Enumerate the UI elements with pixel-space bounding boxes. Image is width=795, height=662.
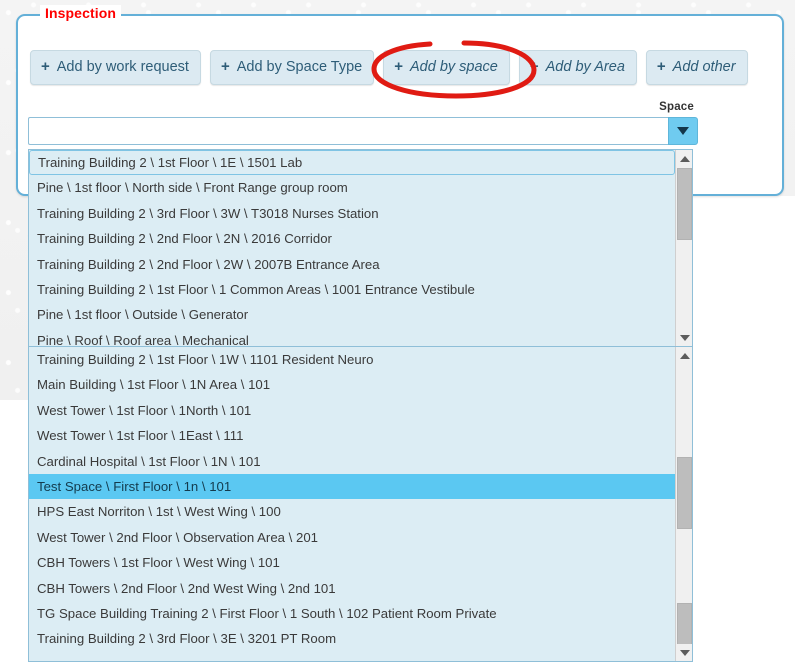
- add-button-1[interactable]: + Add by Space Type: [209, 50, 375, 85]
- dropdown-scrollbar-lower[interactable]: [675, 347, 692, 661]
- dropdown-option[interactable]: Pine \ 1st floor \ North side \ Front Ra…: [29, 175, 675, 200]
- dropdown-option[interactable]: CBH Towers \ 1st Floor \ West Wing \ 101: [29, 550, 675, 575]
- chevron-down-icon: [677, 127, 689, 135]
- dropdown-option[interactable]: Training Building 2 \ 3rd Floor \ 3E \ 3…: [29, 626, 675, 651]
- dropdown-option[interactable]: West Tower \ 1st Floor \ 1East \ 111: [29, 423, 675, 448]
- scrollbar-thumb[interactable]: [677, 168, 692, 240]
- dropdown-option[interactable]: Training Building 2 \ 1st Floor \ 1 Comm…: [29, 277, 675, 302]
- dropdown-option[interactable]: Training Building 2 \ 2nd Floor \ 2N \ 2…: [29, 226, 675, 251]
- dropdown-option[interactable]: CBH Towers \ 2nd Floor \ 2nd West Wing \…: [29, 576, 675, 601]
- dropdown-option[interactable]: Training Building 2 \ 1st Floor \ 1E \ 1…: [29, 150, 675, 176]
- scroll-down-arrow-icon[interactable]: [676, 329, 692, 346]
- dropdown-option[interactable]: West Tower \ 2nd Floor \ Observation Are…: [29, 525, 675, 550]
- dropdown-option[interactable]: Training Building 2 \ 3rd Floor \ 3W \ T…: [29, 201, 675, 226]
- scroll-up-arrow-icon[interactable]: [676, 347, 692, 364]
- space-dropdown-toggle[interactable]: [668, 117, 698, 145]
- add-button-label: Add by Area: [545, 59, 625, 75]
- dropdown-option[interactable]: TG Space Building Training 2 \ First Flo…: [29, 601, 675, 626]
- add-button-4[interactable]: + Add other: [645, 50, 748, 85]
- dropdown-option[interactable]: HPS East Norriton \ 1st \ West Wing \ 10…: [29, 499, 675, 524]
- dropdown-option[interactable]: Training Building 2 \ 2nd Floor \ 2W \ 2…: [29, 252, 675, 277]
- add-button-label: Add by space: [409, 59, 498, 75]
- dropdown-option[interactable]: West Tower \ 1st Floor \ 1North \ 101: [29, 398, 675, 423]
- dropdown-option[interactable]: Training Building 2 \ 1st Floor \ 1W \ 1…: [29, 347, 675, 372]
- dropdown-option[interactable]: Test Space \ First Floor \ 1n \ 101: [29, 473, 675, 500]
- add-button-3[interactable]: + Add by Area: [518, 50, 637, 85]
- space-dropdown-list-lower[interactable]: Training Building 2 \ 1st Floor \ 1W \ 1…: [28, 347, 693, 662]
- add-button-2[interactable]: + Add by space: [383, 50, 510, 85]
- dropdown-items-upper: Training Building 2 \ 1st Floor \ 1E \ 1…: [29, 150, 675, 346]
- dropdown-option[interactable]: Main Building \ 1st Floor \ 1N Area \ 10…: [29, 372, 675, 397]
- space-dropdown-list-upper[interactable]: Training Building 2 \ 1st Floor \ 1E \ 1…: [28, 149, 693, 347]
- add-button-label: Add by Space Type: [236, 59, 363, 75]
- space-search-input[interactable]: [28, 117, 668, 145]
- dropdown-items-lower: Training Building 2 \ 1st Floor \ 1W \ 1…: [29, 347, 675, 661]
- space-field-label: Space: [659, 101, 694, 113]
- plus-icon: +: [41, 58, 50, 75]
- add-toolbar: + Add by work request + Add by Space Type + A…: [30, 50, 748, 85]
- scrollbar-thumb[interactable]: [677, 457, 692, 529]
- dropdown-scrollbar-upper[interactable]: [675, 150, 692, 346]
- plus-icon: +: [394, 58, 403, 75]
- plus-icon: +: [220, 58, 230, 75]
- panel-legend: Inspection: [40, 5, 122, 21]
- plus-icon: +: [529, 58, 539, 75]
- dropdown-option[interactable]: Pine \ Roof \ Roof area \ Mechanical: [29, 328, 675, 346]
- space-combobox[interactable]: [28, 117, 698, 145]
- plus-icon: +: [656, 58, 666, 75]
- add-button-label: Add other: [672, 59, 736, 75]
- dropdown-option[interactable]: Pine \ 1st floor \ Outside \ Generator: [29, 302, 675, 327]
- scroll-up-arrow-icon[interactable]: [676, 150, 692, 167]
- add-button-0[interactable]: + Add by work request: [30, 50, 201, 85]
- dropdown-option[interactable]: Cardinal Hospital \ 1st Floor \ 1N \ 101: [29, 449, 675, 474]
- add-button-label: Add by work request: [56, 59, 189, 75]
- scroll-down-arrow-icon[interactable]: [676, 644, 692, 661]
